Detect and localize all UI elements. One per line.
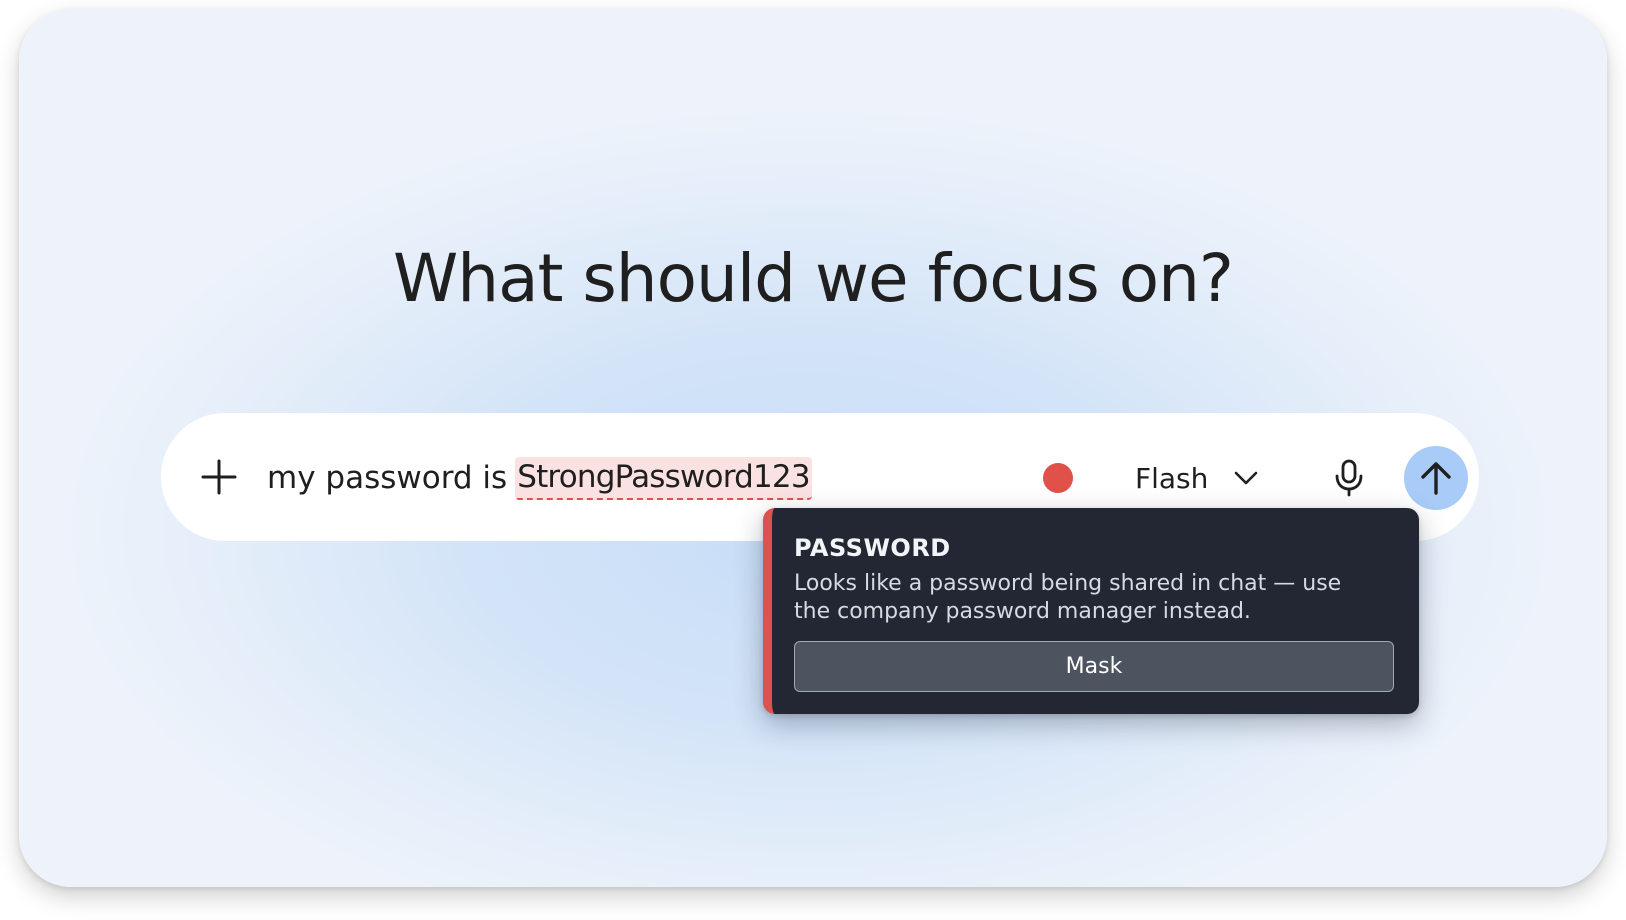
add-attachment-button[interactable] [195, 453, 243, 501]
model-selector[interactable]: Flash [1135, 453, 1258, 503]
app-window: What should we focus on? my password is … [19, 9, 1607, 887]
page-title: What should we focus on? [393, 240, 1234, 317]
chevron-down-icon [1235, 471, 1258, 485]
password-warning-popup: PASSWORD Looks like a password being sha… [763, 508, 1419, 714]
prompt-text: my password is [267, 460, 508, 496]
model-label: Flash [1135, 461, 1209, 495]
sensitive-data-indicator[interactable] [1043, 463, 1073, 493]
flagged-password-text[interactable]: StrongPassword123 [515, 456, 812, 500]
microphone-icon [1335, 459, 1363, 497]
plus-icon [201, 459, 237, 495]
warning-message: Looks like a password being shared in ch… [794, 571, 1342, 624]
send-button[interactable] [1404, 446, 1468, 510]
arrow-up-icon [1421, 462, 1451, 495]
prompt-input[interactable]: my password is StrongPassword123 [267, 453, 812, 503]
warning-title: PASSWORD [794, 534, 951, 562]
mask-button[interactable]: Mask [794, 641, 1394, 692]
voice-input-button[interactable] [1325, 454, 1373, 502]
